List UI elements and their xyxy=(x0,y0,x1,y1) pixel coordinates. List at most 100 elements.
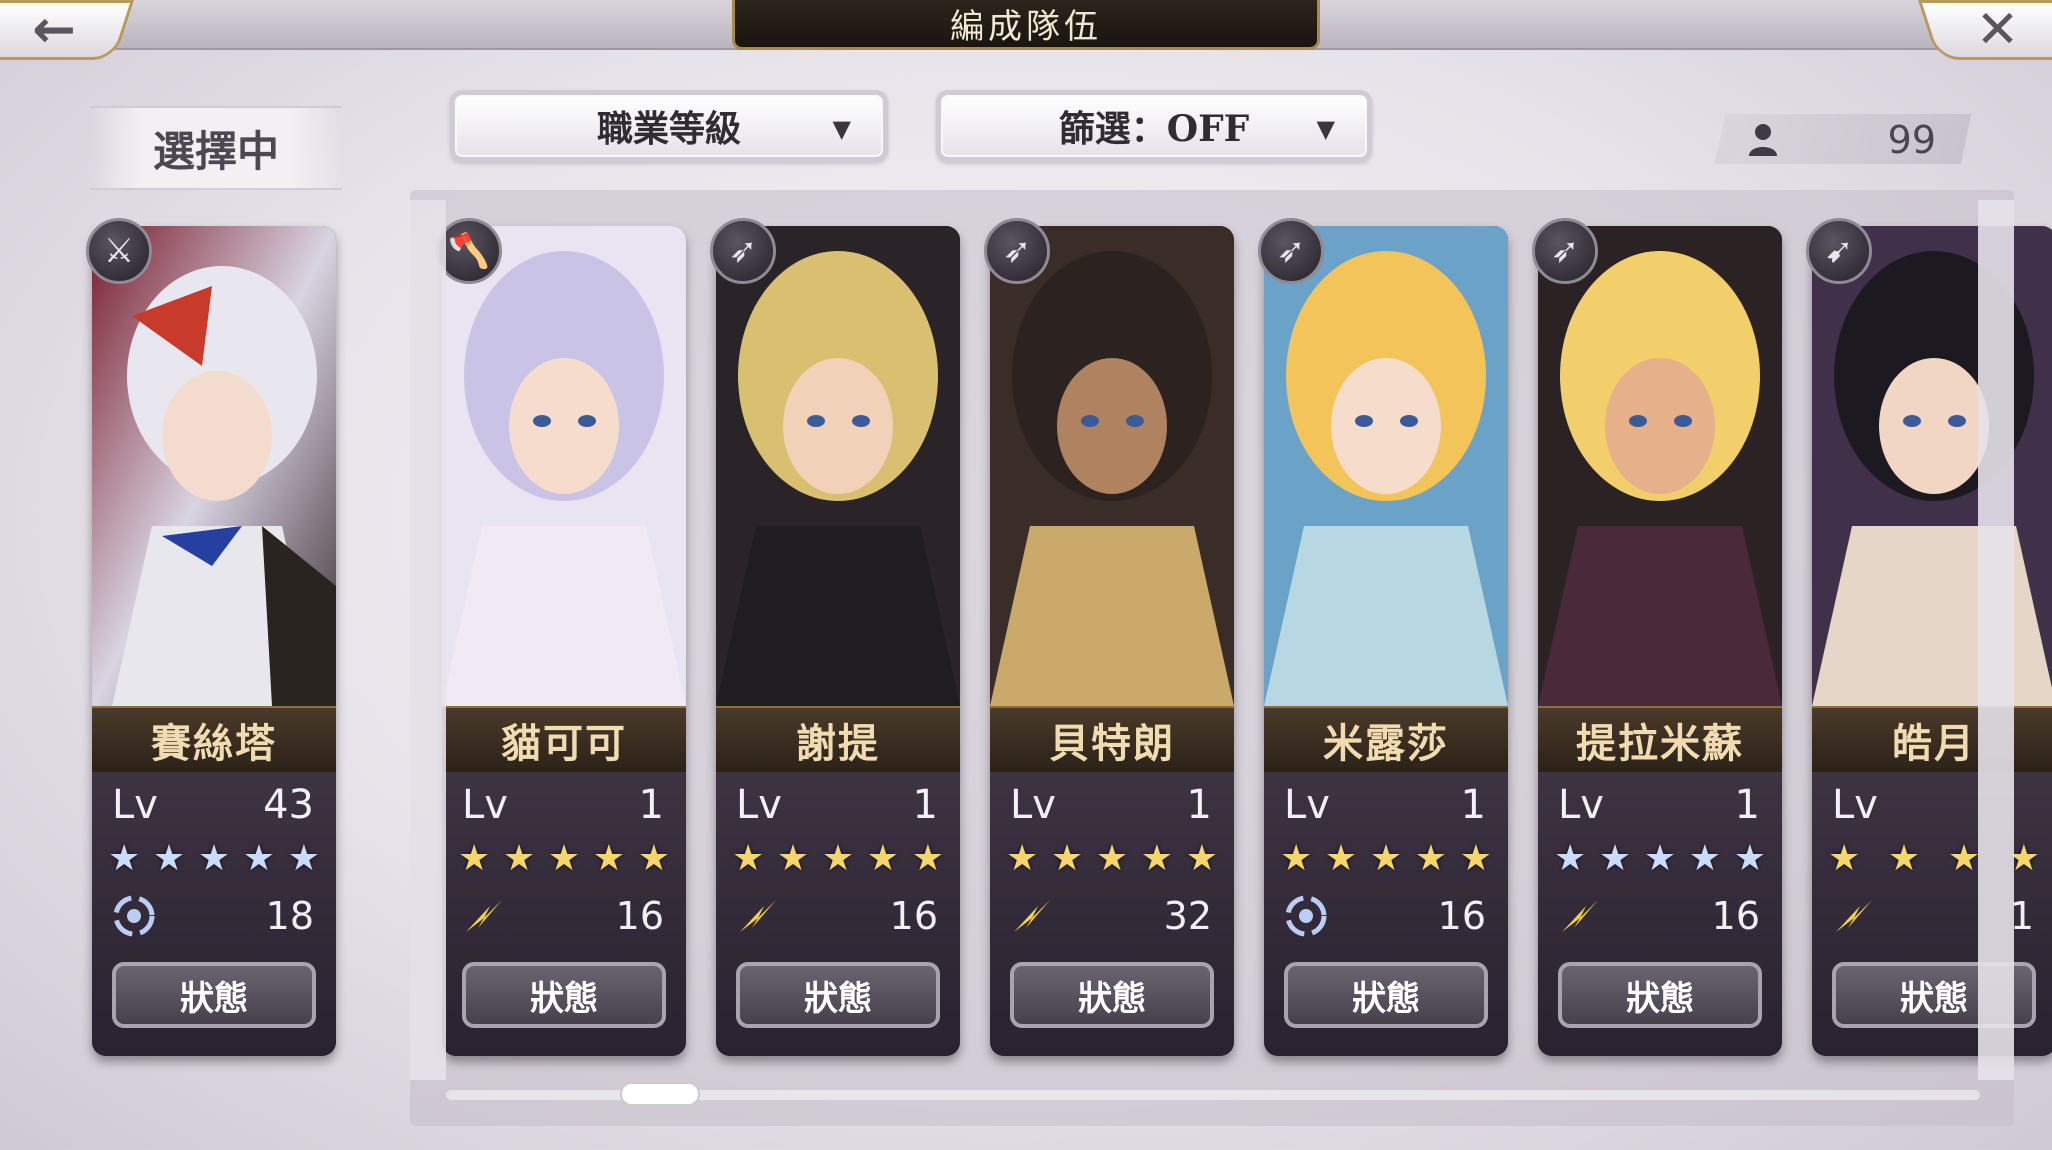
unit-card[interactable]: 米露莎 Lv 1 ★ ★ ★ ★ ★ 16 狀態 xyxy=(1264,226,1508,1056)
filter-dropdown[interactable]: 篩選：OFF ▼ xyxy=(936,90,1372,162)
level-value: 43 xyxy=(263,782,314,828)
status-button[interactable]: 狀態 xyxy=(736,962,940,1028)
sort-dropdown[interactable]: 職業等級 ▼ xyxy=(450,90,888,162)
wind-element-icon xyxy=(113,895,155,937)
star-icon: ★ xyxy=(1887,838,1921,879)
status-button[interactable]: 狀態 xyxy=(112,962,316,1028)
unit-name: 謝提 xyxy=(716,706,960,774)
unit-card[interactable]: 謝提 Lv 1 ★ ★ ★ ★ ★ 16 狀態 xyxy=(716,226,960,1056)
spear-class-icon: ➶ xyxy=(984,218,1050,284)
lightning-element-icon xyxy=(740,900,776,932)
level-label: Lv xyxy=(736,782,782,828)
spear-class-icon: ➶ xyxy=(1532,218,1598,284)
star-icon: ★ xyxy=(1643,838,1677,879)
element-value: 16 xyxy=(1711,894,1760,938)
star-icon: ★ xyxy=(502,838,536,879)
unit-stats: Lv 1 ★ ★ ★ ★ ★ 16 狀態 xyxy=(1538,772,1782,1056)
unit-card[interactable]: 皓月 Lv ★ ★ ★ ★ 1 狀態 xyxy=(1812,226,2052,1056)
star-icon: ★ xyxy=(1554,838,1587,879)
lightning-element-icon xyxy=(1562,900,1598,932)
unit-name: 貝特朗 xyxy=(990,706,1234,774)
filter-dropdown-label: 篩選：OFF xyxy=(1058,108,1250,150)
element-value: 16 xyxy=(615,894,664,938)
star-icon: ★ xyxy=(1598,838,1632,879)
spear-class-icon: ➶ xyxy=(1258,218,1324,284)
level-value: 1 xyxy=(912,782,938,828)
star-icon: ★ xyxy=(1050,838,1084,879)
lightning-element-icon xyxy=(466,900,502,932)
unit-card[interactable]: 貝特朗 Lv 1 ★ ★ ★ ★ ★ 32 狀態 xyxy=(990,226,1234,1056)
unit-stats: Lv 1 ★ ★ ★ ★ ★ 32 狀態 xyxy=(990,772,1234,1056)
element-value: 16 xyxy=(889,894,938,938)
character-portrait xyxy=(1812,226,2052,706)
level-label: Lv xyxy=(112,782,158,828)
element-value: 18 xyxy=(265,894,314,938)
unit-stats: Lv 1 ★ ★ ★ ★ ★ 16 狀態 xyxy=(442,772,686,1056)
star-icon: ★ xyxy=(458,838,491,879)
star-icon: ★ xyxy=(1459,838,1492,879)
scrollbar-thumb[interactable] xyxy=(620,1082,700,1106)
status-button[interactable]: 狀態 xyxy=(1558,962,1762,1028)
star-icon: ★ xyxy=(197,838,231,879)
character-portrait xyxy=(1538,226,1782,706)
star-icon: ★ xyxy=(1280,838,1313,879)
status-button[interactable]: 狀態 xyxy=(1010,962,1214,1028)
star-icon: ★ xyxy=(1185,838,1218,879)
back-arrow-icon: ← xyxy=(32,0,77,60)
level-label: Lv xyxy=(1010,782,1056,828)
spear-class-icon: ➶ xyxy=(710,218,776,284)
star-icon: ★ xyxy=(108,838,141,879)
character-portrait xyxy=(442,226,686,706)
bow-class-icon: ➹ xyxy=(1806,218,1872,284)
star-icon: ★ xyxy=(866,838,900,879)
lightning-element-icon xyxy=(1014,900,1050,932)
character-portrait xyxy=(990,226,1234,706)
level-label: Lv xyxy=(1284,782,1330,828)
unit-stats: Lv ★ ★ ★ ★ 1 狀態 xyxy=(1812,772,2052,1056)
star-icon: ★ xyxy=(1947,838,1981,879)
unit-name: 貓可可 xyxy=(442,706,686,774)
unit-stats: Lv 43 ★ ★ ★ ★ ★ 18 狀態 xyxy=(92,772,336,1056)
unit-card[interactable]: 貓可可 Lv 1 ★ ★ ★ ★ ★ 16 狀態 xyxy=(442,226,686,1056)
level-value: 1 xyxy=(638,782,664,828)
star-icon: ★ xyxy=(1324,838,1358,879)
unit-name: 米露莎 xyxy=(1264,706,1508,774)
star-icon: ★ xyxy=(821,838,855,879)
chevron-down-icon: ▼ xyxy=(832,115,851,143)
star-icon: ★ xyxy=(242,838,276,879)
character-portrait xyxy=(1264,226,1508,706)
star-icon: ★ xyxy=(287,838,320,879)
close-button[interactable]: ✕ xyxy=(1918,0,2052,60)
unit-count-box: 99 xyxy=(1714,114,1972,164)
selected-unit-card[interactable]: 卸除 賽絲塔 Lv 43 ★★★★★ 18 狀態 xyxy=(92,226,336,1056)
unit-count: 99 xyxy=(1887,118,1936,162)
character-portrait xyxy=(92,226,336,706)
star-icon: ★ xyxy=(732,838,765,879)
rarity-stars: ★ ★ ★ ★ ★ xyxy=(108,838,320,882)
rarity-stars: ★ ★ ★ ★ ★ xyxy=(732,838,944,882)
star-icon: ★ xyxy=(637,838,670,879)
lightning-element-icon xyxy=(1836,900,1872,932)
status-button[interactable]: 狀態 xyxy=(462,962,666,1028)
unit-stats: Lv 1 ★ ★ ★ ★ ★ 16 狀態 xyxy=(716,772,960,1056)
selecting-label: 選擇中 xyxy=(90,106,342,190)
element-value: 16 xyxy=(1437,894,1486,938)
unit-name: 提拉米蘇 xyxy=(1538,706,1782,774)
unit-card[interactable]: 提拉米蘇 Lv 1 ★ ★ ★ ★ ★ 16 狀態 xyxy=(1538,226,1782,1056)
star-icon: ★ xyxy=(1095,838,1129,879)
star-icon: ★ xyxy=(152,838,186,879)
star-icon: ★ xyxy=(1369,838,1403,879)
level-value: 1 xyxy=(1186,782,1212,828)
status-button[interactable]: 狀態 xyxy=(1284,962,1488,1028)
star-icon: ★ xyxy=(1006,838,1039,879)
level-label: Lv xyxy=(462,782,508,828)
back-button[interactable]: ← xyxy=(0,0,134,60)
star-icon: ★ xyxy=(776,838,810,879)
unit-name: 賽絲塔 xyxy=(92,706,336,774)
star-icon: ★ xyxy=(1140,838,1174,879)
user-icon xyxy=(1749,124,1777,156)
sword-class-icon: ⚔ xyxy=(86,218,152,284)
rarity-stars: ★ ★ ★ ★ ★ xyxy=(1554,838,1766,882)
rarity-stars: ★ ★ ★ ★ ★ xyxy=(458,838,670,882)
unit-stats: Lv 1 ★ ★ ★ ★ ★ 16 狀態 xyxy=(1264,772,1508,1056)
